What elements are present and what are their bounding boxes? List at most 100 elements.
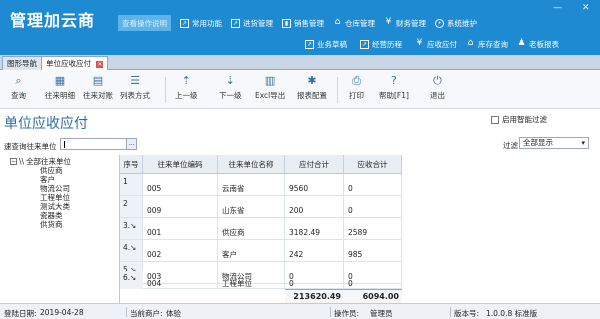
table-cell[interactable]: 001 (143, 218, 218, 240)
receivable-total: 6094.00 (344, 289, 402, 303)
secondary-nav: ↗ 业务草稿 ↗ 经营历程 ¥ 应收应付 ⌂ 库存查询 ♟ 老板报表 (305, 37, 568, 51)
checkbox-icon (491, 115, 499, 124)
nav-inventory[interactable]: ⌂ 库存查询 (466, 36, 508, 52)
level-down-button[interactable]: ⇣ 下一级 (219, 74, 242, 101)
table-cell[interactable]: 9560 (285, 174, 344, 196)
table-cell[interactable]: 0 (344, 279, 402, 289)
nav-purchase[interactable]: ↗ 进货管理 (231, 15, 273, 31)
help-icon: ? (391, 74, 397, 87)
quick-query-input[interactable]: … (60, 138, 137, 150)
table-cell[interactable]: 242 (285, 240, 344, 262)
print-button[interactable]: ⎙ 打印 (349, 74, 364, 101)
table-cell[interactable]: 3182.49 (285, 218, 344, 240)
table-cell[interactable]: 客户 (218, 240, 285, 262)
table-cell[interactable]: 山东省 (218, 196, 285, 218)
printer-icon: ⎙ (352, 73, 361, 87)
button-label: 往来明细 (45, 91, 75, 100)
row-number[interactable]: 3.↘ (120, 218, 143, 240)
column-header[interactable]: 往来单位编码 (143, 155, 218, 174)
nav-label: 常用功能 (192, 18, 222, 28)
close-icon[interactable]: ✕ (96, 60, 104, 68)
user-icon: ♟ (517, 37, 526, 48)
table-cell[interactable]: 2589 (344, 218, 402, 240)
nav-help-label: 查看操作说明 (122, 18, 167, 28)
table-cell[interactable]: 005 (143, 174, 218, 196)
bar-chart-icon: ▮ (282, 18, 291, 28)
nav-label: 财务管理 (396, 18, 426, 28)
list-mode-button[interactable]: ☰ 列表方式 (120, 74, 150, 101)
ledger-icon: ▤ (92, 74, 104, 87)
nav-warehouse[interactable]: ⌂ 仓库管理 (333, 15, 375, 31)
chevron-down-icon: ▾ (581, 139, 585, 147)
tab-unit-receivable-payable[interactable]: 单位应收应付 ✕ (41, 56, 109, 70)
table-cell[interactable]: 002 (143, 240, 218, 262)
toolbar-divider (337, 77, 338, 103)
column-header[interactable]: 往来单位名称 (218, 155, 285, 174)
column-header[interactable]: 序号 (120, 155, 143, 174)
excel-icon: ▥ (264, 74, 276, 87)
home-icon: ⌂ (334, 16, 341, 27)
unit-tree: − \\ 全部往来单位 供应商 客户 物流公司 工程单位 测试大类 瓷器类 供货… (0, 155, 119, 303)
report-config-button[interactable]: ✱ 报表配置 (297, 74, 327, 101)
toolbar-divider (165, 77, 166, 103)
table-cell[interactable]: 0 (344, 196, 402, 218)
nav-boss-report[interactable]: ♟ 老板报表 (517, 36, 559, 52)
nav-drafts[interactable]: ↗ 业务草稿 (305, 36, 347, 52)
row-number[interactable]: 2 (120, 196, 143, 218)
table-cell[interactable]: 供应商 (218, 218, 285, 240)
button-label: 查询 (11, 91, 26, 100)
exit-button[interactable]: ⏻ 退出 (430, 74, 445, 101)
table-cell[interactable]: 云南省 (218, 174, 285, 196)
smart-filter-checkbox[interactable]: 启用智能过滤 (491, 114, 547, 125)
external-link-icon: ↗ (360, 39, 369, 49)
tree-line-icon: \\ (19, 157, 25, 166)
nav-system[interactable]: • 系统维护 (435, 15, 477, 31)
button-label: 上一级 (175, 91, 198, 100)
table-cell[interactable]: 工程单位 (218, 279, 285, 289)
nav-help[interactable]: 查看操作说明 (118, 15, 171, 31)
home-icon: ⌂ (467, 37, 474, 48)
filter-label: 过滤 (503, 141, 518, 150)
external-link-icon: ↗ (180, 18, 189, 28)
close-window-button[interactable]: ✕ (582, 3, 590, 13)
nav-sales[interactable]: ▮ 销售管理 (282, 15, 324, 31)
page-title: 单位应收应付 (4, 116, 88, 132)
collapse-icon[interactable]: − (10, 158, 17, 165)
row-number[interactable]: 1 (120, 174, 143, 196)
login-date-label: 登陆日期: (4, 309, 37, 318)
table-cell[interactable]: 004 (143, 279, 218, 289)
table-cell[interactable]: 0 (285, 279, 344, 289)
tab-label: 单位应收应付 (46, 59, 91, 68)
nav-common-functions[interactable]: ↗ 常用功能 (180, 15, 222, 31)
row-number[interactable]: 4.↘ (120, 240, 143, 262)
lookup-icon[interactable]: … (126, 139, 136, 149)
app-header: 管理加云商 查看操作说明 ↗ 常用功能 ↗ 进货管理 ▮ 销售管理 ⌂ 仓库管理… (0, 0, 600, 55)
table-cell[interactable]: 200 (285, 196, 344, 218)
status-divider (330, 307, 331, 317)
column-header[interactable]: 应收合计 (344, 155, 402, 174)
level-up-button[interactable]: ⇡ 上一级 (175, 74, 198, 101)
toolbar: ⌕ 查询 ▦ 往来明细 ▤ 往来对账 ☰ 列表方式 ⇡ 上一级 ⇣ 下一级 ▥ … (0, 71, 600, 109)
data-grid: 序号 往来单位编码 往来单位名称 应付合计 应收合计 1 005 云南省 956… (119, 155, 600, 303)
filter-select[interactable]: 全部显示 ▾ (519, 137, 589, 149)
operator-label: 操作员: (334, 309, 360, 318)
excel-export-button[interactable]: ▥ Excl导出 (255, 74, 285, 101)
merchant-label: 当前商户: (130, 309, 163, 318)
tab-graphic-nav[interactable]: 图形导航 (2, 56, 42, 70)
yen-icon: ¥ (416, 37, 423, 48)
tree-item[interactable]: 供货商 (40, 219, 63, 230)
minimize-button[interactable]: — (553, 3, 562, 13)
query-button[interactable]: ⌕ 查询 (11, 74, 26, 101)
nav-receivable-payable[interactable]: ¥ 应收应付 (415, 36, 457, 52)
row-number[interactable]: 6.↘ (120, 271, 143, 289)
nav-history[interactable]: ↗ 经营历程 (360, 36, 402, 52)
help-button[interactable]: ? 帮助[F1] (379, 74, 409, 101)
column-header[interactable]: 应付合计 (285, 155, 344, 174)
nav-label: 应收应付 (427, 39, 457, 49)
table-cell[interactable]: 985 (344, 240, 402, 262)
detail-button[interactable]: ▦ 往来明细 (45, 74, 75, 101)
reconcile-button[interactable]: ▤ 往来对账 (83, 74, 113, 101)
table-cell[interactable]: 0 (344, 174, 402, 196)
table-cell[interactable]: 009 (143, 196, 218, 218)
nav-finance[interactable]: ¥ 财务管理 (384, 15, 426, 31)
